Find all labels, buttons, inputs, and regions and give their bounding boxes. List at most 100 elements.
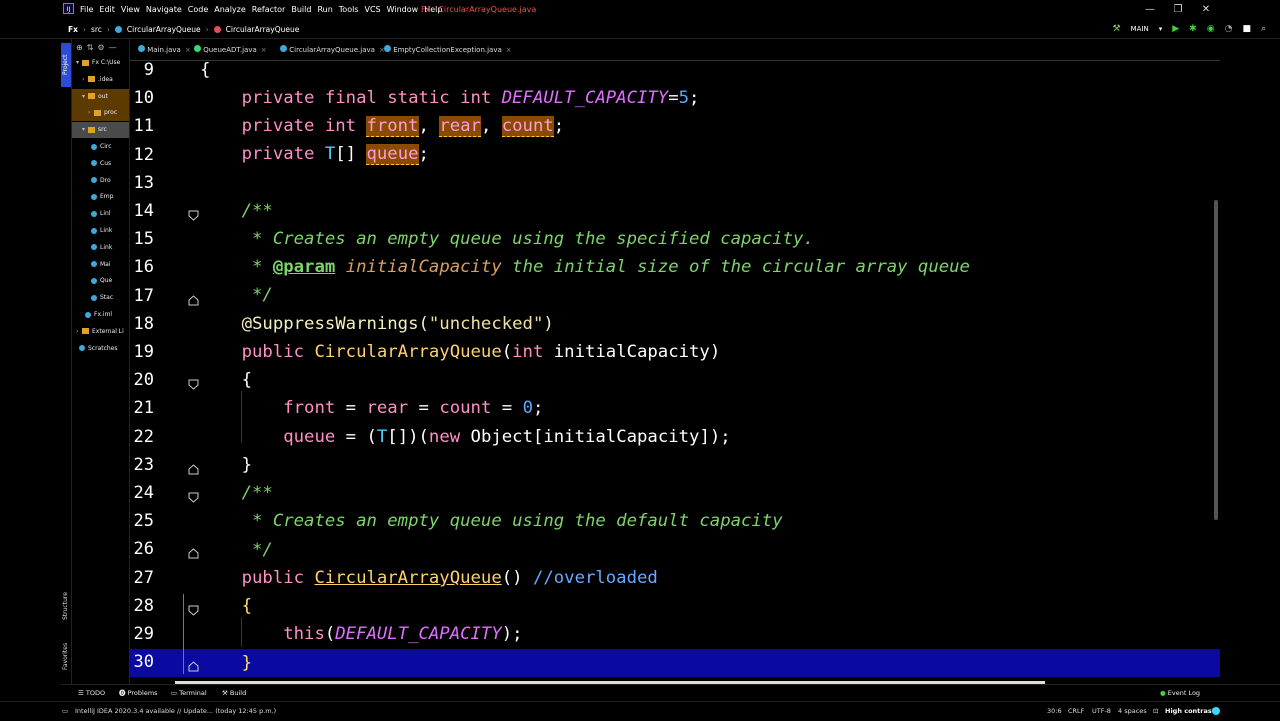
project-tree-item[interactable]: Circ bbox=[72, 139, 129, 155]
chevron-right-icon: › bbox=[205, 24, 209, 34]
menu-vcs[interactable]: VCS bbox=[365, 5, 381, 14]
structure-tool-tab[interactable]: Structure bbox=[61, 589, 71, 623]
app-logo-icon: IJ bbox=[63, 3, 74, 14]
tab-label: EmptyCollectionException.java bbox=[393, 46, 502, 54]
code-line: /** bbox=[200, 201, 273, 221]
menu-view[interactable]: View bbox=[121, 5, 140, 14]
project-tree-item[interactable]: Link bbox=[72, 240, 129, 256]
breadcrumb-src[interactable]: src bbox=[91, 25, 102, 34]
line-number: 30 bbox=[133, 652, 154, 673]
fold-icon[interactable] bbox=[188, 488, 199, 503]
line-separator[interactable]: CRLF bbox=[1068, 702, 1084, 721]
project-tree-item[interactable]: › External Li bbox=[72, 324, 129, 340]
caret-position[interactable]: 30:6 bbox=[1047, 702, 1062, 721]
project-tree-label: External Li bbox=[92, 327, 124, 335]
project-tree-item[interactable]: ▾ out bbox=[72, 88, 129, 105]
menu-file[interactable]: File bbox=[80, 5, 93, 14]
fold-icon[interactable] bbox=[188, 601, 199, 616]
code-line: } bbox=[200, 653, 253, 673]
menu-analyze[interactable]: Analyze bbox=[214, 5, 246, 14]
layout-icon[interactable]: ▭ bbox=[62, 702, 68, 721]
hide-icon[interactable]: — bbox=[109, 43, 117, 52]
breadcrumb-project[interactable]: Fx bbox=[68, 25, 78, 34]
project-tree-item[interactable]: ▾ Fx C:\Use bbox=[72, 55, 129, 71]
restore-icon[interactable]: ❐ bbox=[1164, 0, 1192, 19]
status-message[interactable]: IntelliJ IDEA 2020.3.4 available // Upda… bbox=[75, 702, 276, 721]
menu-edit[interactable]: Edit bbox=[99, 5, 115, 14]
problems-tool-button[interactable]: ⓿ Problems bbox=[119, 685, 158, 702]
run-config-select[interactable]: MAIN bbox=[1131, 25, 1149, 33]
menu-code[interactable]: Code bbox=[188, 5, 208, 14]
close-icon[interactable]: × bbox=[506, 46, 512, 54]
class-icon bbox=[79, 345, 85, 352]
event-log-button[interactable]: ● Event Log bbox=[1160, 685, 1200, 702]
tab-circulararrayqueue[interactable]: CircularArrayQueue.java × bbox=[276, 39, 391, 63]
menu-navigate[interactable]: Navigate bbox=[146, 5, 182, 14]
close-icon[interactable]: ✕ bbox=[1192, 0, 1220, 19]
project-tree-item[interactable]: Que bbox=[72, 273, 129, 289]
tab-emptycollectionexception[interactable]: EmptyCollectionException.java × bbox=[380, 39, 518, 61]
project-tree-item[interactable]: Stac bbox=[72, 290, 129, 306]
fold-icon[interactable] bbox=[188, 291, 199, 306]
breadcrumb-class[interactable]: CircularArrayQueue bbox=[127, 25, 201, 34]
gear-icon[interactable]: ⚙ bbox=[97, 43, 104, 52]
theme-indicator[interactable]: High contrast bbox=[1165, 702, 1215, 721]
favorites-tool-tab[interactable]: Favorites bbox=[61, 639, 71, 673]
status-dot-icon[interactable] bbox=[1212, 702, 1220, 721]
stop-icon[interactable]: ■ bbox=[1242, 24, 1251, 34]
project-tree-item[interactable]: Fx.iml bbox=[72, 307, 129, 323]
project-tree-item[interactable]: › .idea bbox=[72, 72, 129, 88]
lock-icon[interactable]: ⊡ bbox=[1153, 702, 1158, 721]
hammer-icon[interactable]: ⚒ bbox=[1113, 24, 1121, 34]
fold-icon[interactable] bbox=[188, 375, 199, 390]
project-tool-tab[interactable]: Project bbox=[61, 43, 71, 87]
menu-tools[interactable]: Tools bbox=[339, 5, 359, 14]
build-tool-button[interactable]: ⚒ Build bbox=[222, 685, 246, 702]
minimize-icon[interactable]: — bbox=[1136, 0, 1164, 19]
todo-tool-button[interactable]: ☰ TODO bbox=[78, 685, 105, 702]
vertical-scrollbar[interactable] bbox=[1214, 200, 1218, 520]
run-icon[interactable]: ▶ bbox=[1172, 24, 1179, 34]
fold-icon[interactable] bbox=[188, 657, 199, 672]
indent-setting[interactable]: 4 spaces bbox=[1118, 702, 1147, 721]
tab-main[interactable]: Main.java × bbox=[134, 39, 197, 61]
close-icon[interactable]: × bbox=[261, 46, 267, 54]
class-icon bbox=[91, 210, 97, 217]
fold-icon[interactable] bbox=[188, 544, 199, 559]
globe-icon[interactable]: ⊕ bbox=[76, 43, 83, 52]
line-number: 15 bbox=[133, 229, 154, 250]
project-tree-item[interactable]: Scratches bbox=[72, 341, 129, 357]
file-encoding[interactable]: UTF-8 bbox=[1092, 702, 1111, 721]
terminal-tool-button[interactable]: ▭ Terminal bbox=[171, 685, 207, 702]
terminal-icon: ▭ bbox=[171, 689, 178, 697]
project-tree-item[interactable]: › proc bbox=[72, 105, 129, 122]
profile-icon[interactable]: ◔ bbox=[1225, 24, 1233, 34]
project-tree-item[interactable]: Link bbox=[72, 223, 129, 239]
breadcrumb-method[interactable]: CircularArrayQueue bbox=[226, 25, 300, 34]
fold-icon[interactable] bbox=[188, 206, 199, 221]
project-tree-item[interactable]: ▾ src bbox=[72, 122, 129, 139]
project-tree-item[interactable]: Linl bbox=[72, 206, 129, 222]
project-tree-item[interactable]: Dro bbox=[72, 173, 129, 189]
tab-label: QueueADT.java bbox=[203, 46, 257, 54]
project-toolbar: ⊕ ⇅ ⚙ — bbox=[72, 39, 129, 55]
project-tree-item[interactable]: Cus bbox=[72, 156, 129, 172]
breadcrumb: Fx › src › CircularArrayQueue › Circular… bbox=[68, 19, 299, 39]
code-editor[interactable]: 9 10 11 12 13 14 15 16 17 18 19 20 21 22 23 24 25 26 27 28 2… bbox=[130, 61, 1220, 684]
tab-queueadt[interactable]: QueueADT.java × bbox=[190, 39, 273, 61]
project-tree-item[interactable]: Mai bbox=[72, 257, 129, 273]
search-icon[interactable]: ⌕ bbox=[1261, 24, 1266, 34]
collapse-icon[interactable]: ⇅ bbox=[87, 43, 94, 52]
menu-window[interactable]: Window bbox=[387, 5, 419, 14]
project-tree-label: Cus bbox=[100, 159, 112, 167]
class-icon bbox=[91, 193, 97, 200]
menu-build[interactable]: Build bbox=[291, 5, 311, 14]
project-tree-item[interactable]: Emp bbox=[72, 189, 129, 205]
chevron-down-icon[interactable]: ▾ bbox=[1159, 25, 1163, 33]
menu-run[interactable]: Run bbox=[317, 5, 332, 14]
fold-icon[interactable] bbox=[188, 460, 199, 475]
debug-icon[interactable]: ✱ bbox=[1189, 24, 1197, 34]
coverage-icon[interactable]: ◉ bbox=[1207, 24, 1215, 34]
menu-refactor[interactable]: Refactor bbox=[252, 5, 286, 14]
code-line: { bbox=[200, 370, 253, 390]
